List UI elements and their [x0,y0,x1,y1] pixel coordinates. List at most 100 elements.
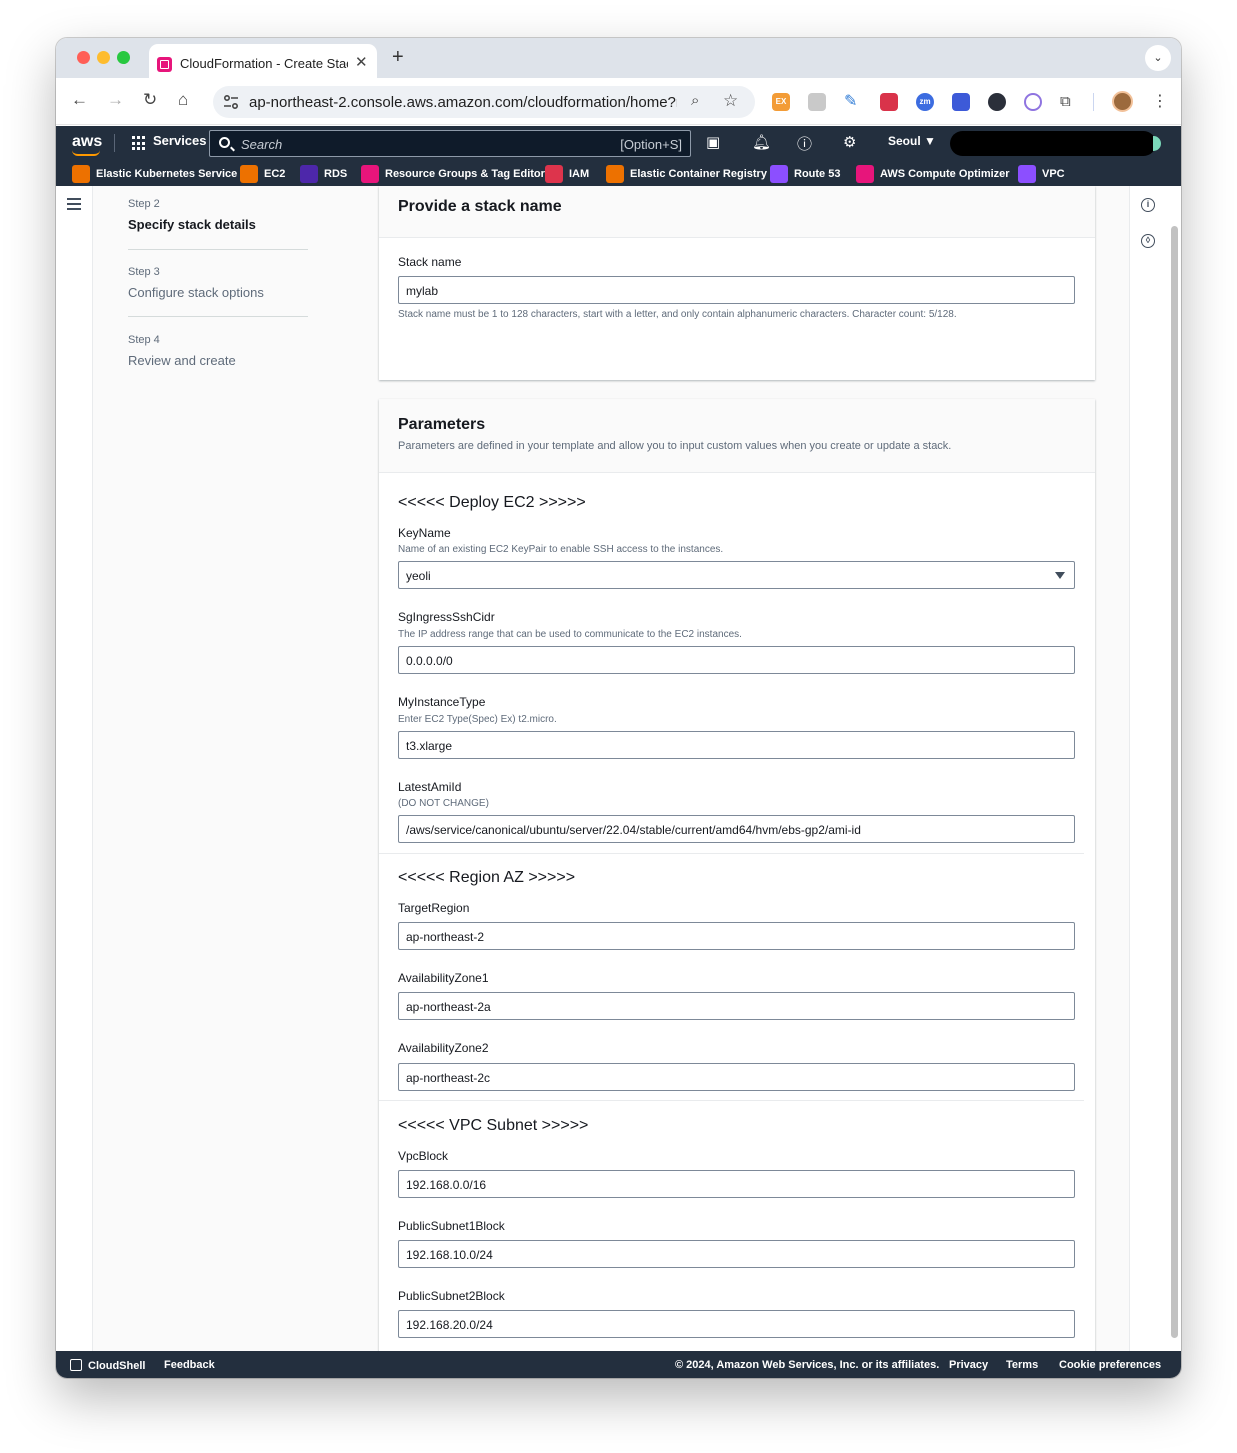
zoom-icon[interactable]: ⌕ [691,92,699,109]
extensions-puzzle-icon[interactable]: ⧉ [1060,93,1078,111]
extension-red-icon[interactable] [880,93,898,111]
bookmark-star-icon[interactable]: ☆ [723,91,738,111]
cloudshell-icon [70,1359,82,1371]
pub2-label: PublicSubnet2Block [398,1289,505,1303]
aws-logo[interactable]: aws [72,133,102,151]
browser-menu-icon[interactable]: ⋮ [1152,91,1168,111]
extension-history-icon[interactable] [1024,93,1042,111]
forward-icon[interactable]: → [107,90,124,110]
aws-search-input[interactable]: Search [Option+S] [209,130,691,157]
step-divider [128,249,308,250]
vpcblock-input[interactable]: 192.168.0.0/16 [398,1170,1075,1198]
fav-rds[interactable]: RDS [300,165,347,183]
fav-ec2[interactable]: EC2 [240,165,285,183]
privacy-link[interactable]: Privacy [949,1359,988,1371]
close-window-button[interactable] [77,51,90,64]
help-icon[interactable]: ⓘ [797,133,812,154]
fav-compute-optimizer[interactable]: AWS Compute Optimizer [856,165,1010,183]
fav-ecr[interactable]: Elastic Container Registry [606,165,767,183]
stack-name-heading: Provide a stack name [398,198,562,215]
fav-route53[interactable]: Route 53 [770,165,840,183]
search-shortcut: [Option+S] [620,137,682,152]
tools-icon[interactable]: ◊ [1141,234,1155,248]
fav-resource-groups[interactable]: Resource Groups & Tag Editor [361,165,545,183]
iam-icon [545,165,563,183]
reload-icon[interactable]: ↻ [143,90,157,110]
targetregion-input[interactable]: ap-northeast-2 [398,922,1075,950]
az2-input[interactable]: ap-northeast-2c [398,1063,1075,1091]
url-text: ap-northeast-2.console.aws.amazon.com/cl… [249,94,677,111]
scrollbar[interactable] [1171,226,1178,1338]
extension-zoom-icon[interactable]: zm [916,93,934,111]
home-icon[interactable]: ⌂ [178,90,188,110]
keyname-select[interactable]: yeoli [398,561,1075,589]
cloudshell-icon[interactable]: ▣ [706,133,720,151]
extension-a-icon[interactable] [952,93,970,111]
left-rail [56,186,93,1351]
fav-vpc[interactable]: VPC [1018,165,1065,183]
extension-profile-icon[interactable] [808,93,826,111]
close-tab-icon[interactable]: ✕ [355,53,368,71]
compute-optimizer-icon [856,165,874,183]
browser-tab[interactable]: CloudFormation - Create Stack ✕ [149,44,377,78]
step-3-title[interactable]: Configure stack options [128,285,264,300]
az2-label: AvailabilityZone2 [398,1041,489,1055]
services-grid-icon[interactable] [132,136,147,151]
fav-iam[interactable]: IAM [545,165,589,183]
vpcblock-label: VpcBlock [398,1149,449,1163]
instancetype-label: MyInstanceType [398,695,486,709]
right-rail: i ◊ [1129,186,1181,1351]
account-menu[interactable] [950,131,1161,156]
tab-search-icon[interactable]: ⌄ [1145,45,1171,71]
terms-link[interactable]: Terms [1006,1359,1038,1371]
toolbar-divider [1093,93,1094,111]
parameters-heading: Parameters [398,416,486,433]
instancetype-input[interactable]: t3.xlarge [398,731,1075,759]
amiid-desc: (DO NOT CHANGE) [398,798,489,809]
parameters-panel: Parameters Parameters are defined in you… [379,399,1095,1351]
az1-input[interactable]: ap-northeast-2a [398,992,1075,1020]
notifications-bell-icon[interactable]: 🔔︎ [752,133,771,151]
step-2-title[interactable]: Specify stack details [128,217,256,232]
extension-ex-icon[interactable]: EX [772,93,790,111]
minimize-window-button[interactable] [97,51,110,64]
pub2-input[interactable]: 192.168.20.0/24 [398,1310,1075,1338]
new-tab-icon[interactable]: + [392,46,404,69]
targetregion-label: TargetRegion [398,901,470,915]
step-4-title[interactable]: Review and create [128,353,236,368]
keyname-desc: Name of an existing EC2 KeyPair to enabl… [398,544,724,555]
services-menu[interactable]: Services [153,133,207,148]
stack-name-label: Stack name [398,255,462,269]
az1-label: AvailabilityZone1 [398,971,489,985]
settings-gear-icon[interactable]: ⚙ [843,133,856,151]
extension-pin-icon[interactable]: ✎ [844,93,862,111]
maximize-window-button[interactable] [117,51,130,64]
aws-footer: CloudShell Feedback © 2024, Amazon Web S… [56,1351,1181,1378]
info-icon[interactable]: i [1141,198,1155,212]
sgingress-input[interactable]: 0.0.0.0/0 [398,646,1075,674]
search-icon [219,137,230,148]
fav-eks[interactable]: Elastic Kubernetes Service [72,165,237,183]
back-icon[interactable]: ← [71,90,88,110]
sgingress-label: SgIngressSshCidr [398,610,495,624]
extension-hex-icon[interactable] [988,93,1006,111]
cloudformation-favicon-icon [157,57,172,72]
aws-logo-smile [72,150,100,156]
vpc-icon [1018,165,1036,183]
pub1-label: PublicSubnet1Block [398,1219,505,1233]
cookie-preferences-link[interactable]: Cookie preferences [1059,1359,1161,1371]
pub1-input[interactable]: 192.168.10.0/24 [398,1240,1075,1268]
section-divider [379,853,1084,854]
amiid-label: LatestAmiId [398,780,462,794]
menu-icon[interactable] [67,198,81,213]
amiid-input[interactable]: /aws/service/canonical/ubuntu/server/22.… [398,815,1075,843]
cloudshell-link[interactable]: CloudShell [70,1359,145,1372]
step-4-label: Step 4 [128,334,160,346]
feedback-link[interactable]: Feedback [164,1359,215,1371]
site-settings-icon[interactable] [222,93,240,111]
stack-name-input[interactable]: mylab [398,276,1075,304]
address-bar[interactable]: ap-northeast-2.console.aws.amazon.com/cl… [213,86,755,118]
region-selector[interactable]: Seoul ▼ [888,134,936,148]
profile-avatar[interactable] [1112,91,1133,112]
keyname-label: KeyName [398,526,451,540]
